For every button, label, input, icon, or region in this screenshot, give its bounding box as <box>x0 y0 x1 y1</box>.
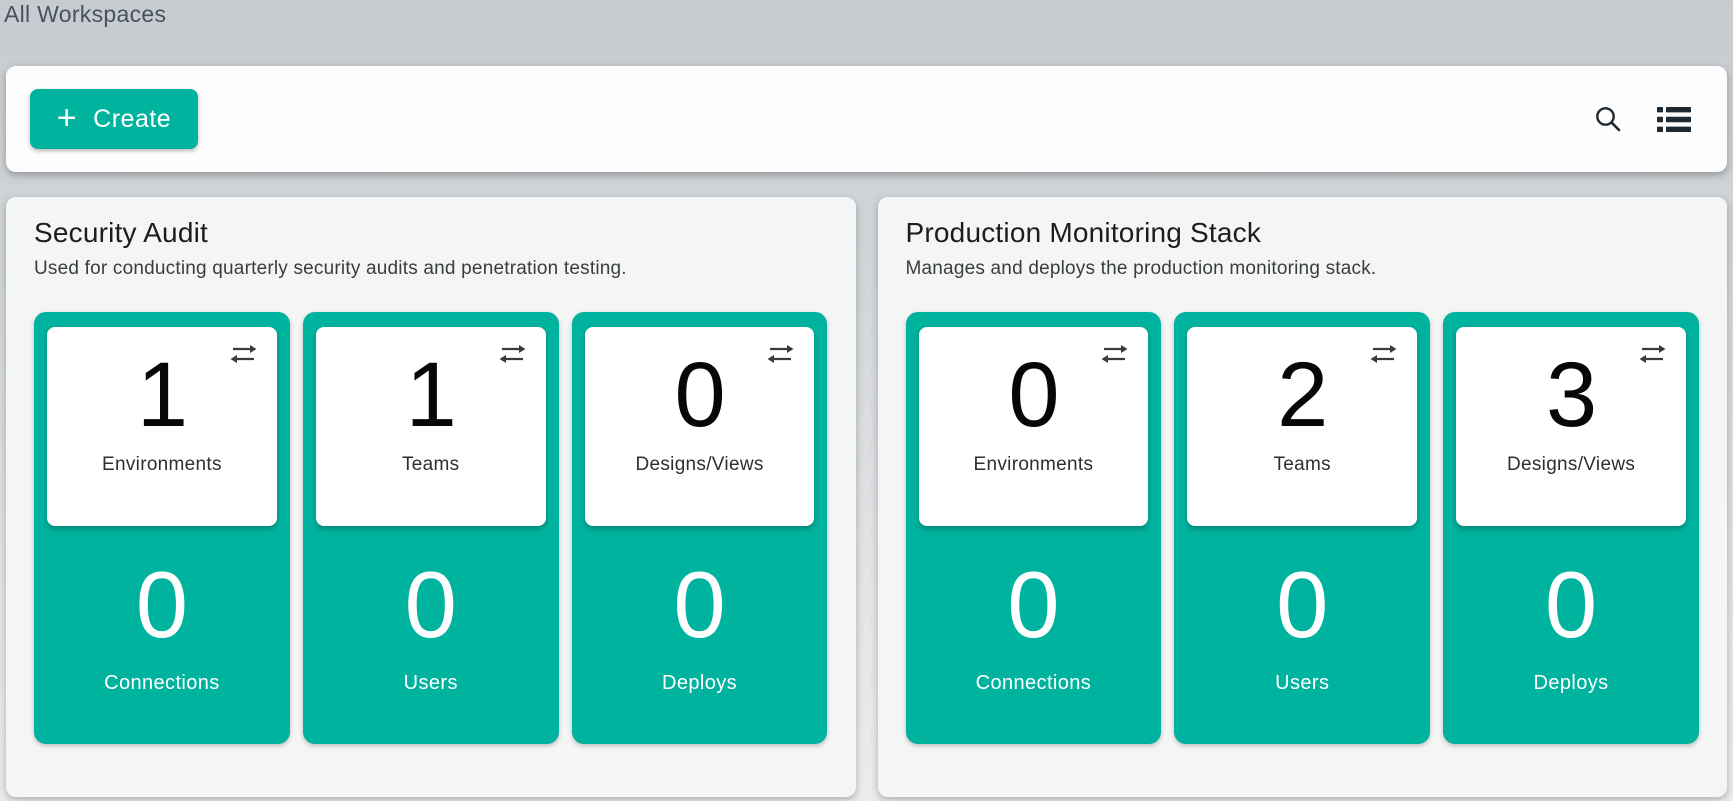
create-button[interactable]: + Create <box>30 89 198 149</box>
stat-bottom-label: Users <box>1275 672 1329 695</box>
stat-bottom-label: Deploys <box>1534 672 1609 695</box>
stat-tile-top[interactable]: 2 Teams <box>1187 327 1417 526</box>
view-list-icon[interactable] <box>1657 106 1691 133</box>
workspace-title: Production Monitoring Stack <box>906 217 1700 249</box>
stat-top-label: Environments <box>102 454 222 476</box>
stat-top-value: 2 <box>1277 349 1327 441</box>
transfer-icon[interactable] <box>228 343 259 371</box>
stat-tile-bottom: 0 Connections <box>906 526 1162 744</box>
stat-tile: 2 Teams 0 Users <box>1174 312 1430 744</box>
plus-icon: + <box>57 101 77 135</box>
stat-bottom-label: Users <box>404 672 458 695</box>
stat-tile: 0 Designs/Views 0 Deploys <box>572 312 828 744</box>
transfer-icon[interactable] <box>1637 343 1668 371</box>
workspaces-row: Security Audit Used for conducting quart… <box>6 197 1727 797</box>
stat-tile-top[interactable]: 0 Designs/Views <box>585 327 815 526</box>
workspace-card[interactable]: Security Audit Used for conducting quart… <box>6 197 856 797</box>
stat-top-label: Designs/Views <box>635 454 763 476</box>
stat-top-label: Environments <box>974 454 1094 476</box>
page-title: All Workspaces <box>4 1 166 28</box>
transfer-icon[interactable] <box>1099 343 1130 371</box>
stat-tile: 0 Environments 0 Connections <box>906 312 1162 744</box>
stat-top-value: 0 <box>674 349 724 441</box>
stat-bottom-label: Connections <box>104 672 220 695</box>
stat-bottom-value: 0 <box>1276 558 1328 652</box>
stat-tile-top[interactable]: 3 Designs/Views <box>1456 327 1686 526</box>
stat-tile-top[interactable]: 1 Environments <box>47 327 277 526</box>
stat-tile-top[interactable]: 1 Teams <box>316 327 546 526</box>
stat-tile-bottom: 0 Deploys <box>572 526 828 744</box>
stat-bottom-label: Deploys <box>662 672 737 695</box>
stat-bottom-value: 0 <box>1007 558 1059 652</box>
stat-bottom-value: 0 <box>136 558 188 652</box>
stat-tiles-row: 1 Environments 0 Connections 1 Teams 0 U… <box>34 312 828 744</box>
workspace-description: Manages and deploys the production monit… <box>906 258 1700 280</box>
toolbar-actions <box>1593 104 1691 134</box>
stat-tiles-row: 0 Environments 0 Connections 2 Teams 0 U… <box>906 312 1700 744</box>
workspace-description: Used for conducting quarterly security a… <box>34 258 828 280</box>
toolbar: + Create <box>6 66 1727 172</box>
stat-top-label: Designs/Views <box>1507 454 1635 476</box>
search-icon[interactable] <box>1593 104 1623 134</box>
stat-top-value: 0 <box>1008 349 1058 441</box>
transfer-icon[interactable] <box>1368 343 1399 371</box>
stat-tile-top[interactable]: 0 Environments <box>919 327 1149 526</box>
transfer-icon[interactable] <box>497 343 528 371</box>
stat-tile: 1 Environments 0 Connections <box>34 312 290 744</box>
stat-bottom-value: 0 <box>673 558 725 652</box>
stat-bottom-value: 0 <box>1545 558 1597 652</box>
stat-top-value: 1 <box>137 349 187 441</box>
stat-tile-bottom: 0 Users <box>1174 526 1430 744</box>
stat-tile: 1 Teams 0 Users <box>303 312 559 744</box>
workspace-title: Security Audit <box>34 217 828 249</box>
stat-tile-bottom: 0 Connections <box>34 526 290 744</box>
stat-top-value: 3 <box>1546 349 1596 441</box>
stat-top-value: 1 <box>406 349 456 441</box>
create-button-label: Create <box>93 105 171 134</box>
stat-bottom-label: Connections <box>976 672 1092 695</box>
stat-top-label: Teams <box>1274 454 1331 476</box>
transfer-icon[interactable] <box>765 343 796 371</box>
stat-bottom-value: 0 <box>405 558 457 652</box>
stat-top-label: Teams <box>402 454 459 476</box>
stat-tile: 3 Designs/Views 0 Deploys <box>1443 312 1699 744</box>
stat-tile-bottom: 0 Deploys <box>1443 526 1699 744</box>
workspace-card[interactable]: Production Monitoring Stack Manages and … <box>878 197 1728 797</box>
stat-tile-bottom: 0 Users <box>303 526 559 744</box>
